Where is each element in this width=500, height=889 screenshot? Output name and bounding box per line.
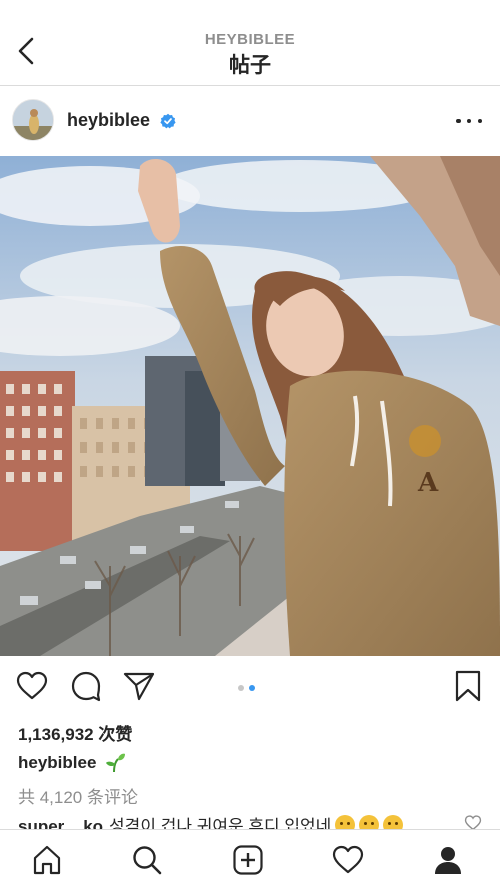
post-header: heybiblee xyxy=(0,86,500,156)
profile-icon xyxy=(435,847,461,874)
post-image[interactable]: A xyxy=(0,156,500,656)
home-icon xyxy=(33,845,61,875)
search-icon xyxy=(133,846,162,875)
bookmark-icon xyxy=(455,670,481,702)
avatar[interactable] xyxy=(12,99,54,141)
nav-add[interactable] xyxy=(228,840,268,880)
post-photo: A xyxy=(0,156,500,656)
carousel-dot-active xyxy=(249,685,255,691)
carousel-indicator xyxy=(238,685,255,691)
share-icon xyxy=(123,672,155,701)
caption-username[interactable]: heybiblee xyxy=(18,753,96,773)
view-comments-link[interactable]: 共 4,120 条评论 xyxy=(18,783,138,808)
more-options-button[interactable] xyxy=(456,110,482,132)
likes-count[interactable]: 1,136,932 次赞 xyxy=(18,720,132,745)
share-button[interactable] xyxy=(121,668,157,704)
verified-badge-icon xyxy=(160,113,176,129)
seedling-icon xyxy=(106,753,126,773)
action-bar xyxy=(0,668,500,710)
caption: heybiblee xyxy=(18,752,126,774)
save-button[interactable] xyxy=(450,668,486,704)
nav-profile[interactable] xyxy=(428,840,468,880)
top-bar: HEYBIBLEE 帖子 xyxy=(0,0,500,86)
comment-button[interactable] xyxy=(68,668,104,704)
header-subtitle: HEYBIBLEE xyxy=(204,31,296,48)
page-title: 帖子 xyxy=(229,54,271,77)
activity-icon xyxy=(332,845,364,874)
nav-activity[interactable] xyxy=(328,840,368,880)
carousel-dot xyxy=(238,685,244,691)
heart-icon xyxy=(16,671,48,700)
bottom-nav xyxy=(0,829,500,889)
nav-search[interactable] xyxy=(127,840,167,880)
comment-icon xyxy=(71,671,101,702)
post-username[interactable]: heybiblee xyxy=(67,110,150,131)
add-icon xyxy=(233,845,263,875)
like-button[interactable] xyxy=(14,668,50,704)
nav-home[interactable] xyxy=(27,840,67,880)
more-horizontal-icon xyxy=(456,118,461,124)
svg-text:A: A xyxy=(417,468,439,498)
